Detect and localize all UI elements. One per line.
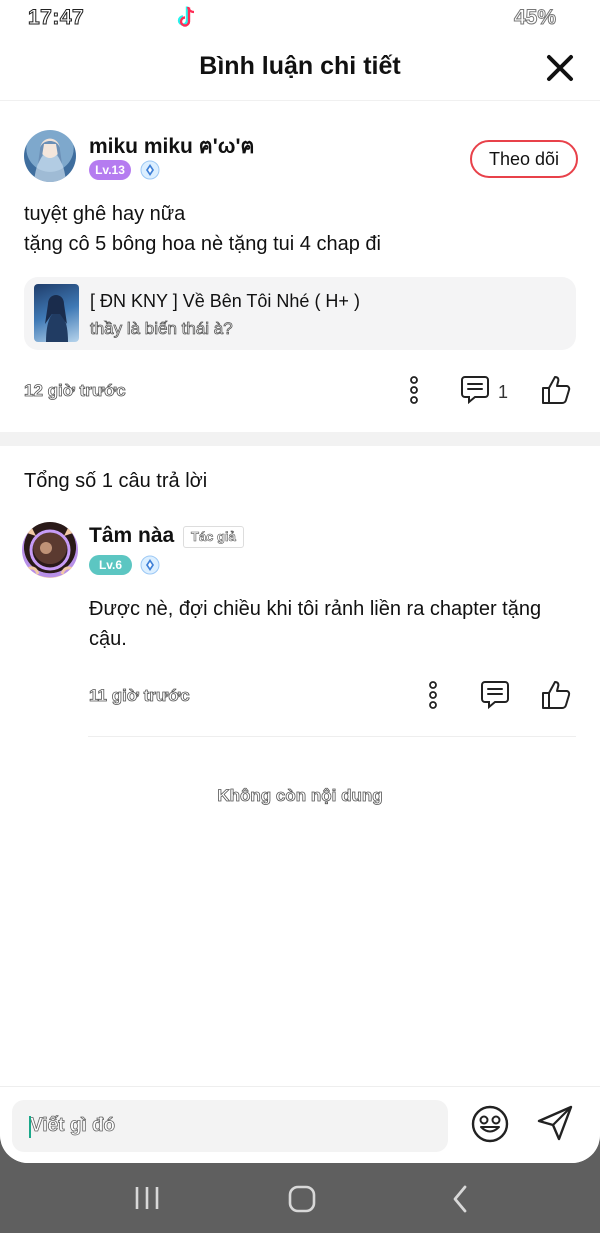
follow-button[interactable]: Theo dõi [470, 140, 578, 178]
end-of-content-label: Không còn nội dung [217, 786, 383, 806]
status-bar: 17:47 45% [0, 0, 600, 36]
comment-username[interactable]: miku miku ฅ'ω'ฅ [89, 130, 255, 163]
back-icon[interactable] [450, 1184, 470, 1214]
send-icon[interactable] [535, 1103, 575, 1143]
emoji-icon[interactable] [470, 1104, 510, 1144]
story-title: [ ĐN KNY ] Về Bên Tôi Nhé ( H+ ) [90, 291, 360, 311]
divider [88, 736, 576, 737]
text-caret [29, 1116, 31, 1138]
section-divider [0, 432, 600, 446]
more-options-icon[interactable] [427, 681, 439, 709]
reply-avatar[interactable] [22, 522, 78, 578]
like-icon[interactable] [540, 374, 572, 406]
story-subtitle: thầy là biến thái à? [90, 319, 234, 339]
avatar[interactable] [24, 130, 76, 182]
more-options-icon[interactable] [408, 376, 420, 404]
header: Bình luận chi tiết [0, 36, 600, 101]
comment-input[interactable] [12, 1100, 448, 1152]
comment-timestamp: 12 giờ trước [24, 381, 126, 401]
home-icon[interactable] [287, 1184, 317, 1214]
reply-text-line-1: Được nè, đợi chiều khi tôi rảnh liền ra … [89, 598, 542, 620]
level-badge: Lv.13 [89, 160, 131, 180]
comment-input-bar [0, 1086, 600, 1163]
author-tag: Tác giả [183, 526, 244, 548]
reply-icon[interactable] [480, 679, 510, 709]
battery-level: 45% [513, 6, 556, 30]
comment-text-line-2: tặng cô 5 bông hoa nè tặng tui 4 chap đi [24, 233, 381, 255]
quoted-story-card[interactable]: [ ĐN KNY ] Về Bên Tôi Nhé ( H+ ) thầy là… [24, 277, 576, 350]
recent-apps-icon[interactable] [132, 1185, 162, 1211]
system-navigation-bar [0, 1163, 600, 1233]
shield-icon [140, 160, 160, 180]
reply-text-line-2: cậu. [89, 628, 127, 650]
reply-icon[interactable] [460, 374, 490, 404]
page-title: Bình luận chi tiết [199, 52, 401, 80]
reply-username[interactable]: Tâm nàa [89, 524, 174, 548]
reply-count: 1 [498, 382, 509, 402]
reply-timestamp: 11 giờ trước [89, 686, 191, 706]
main-comment: miku miku ฅ'ω'ฅ Lv.13 Theo dõi tuyệt ghê… [0, 100, 600, 432]
shield-icon [140, 555, 160, 575]
comment-text-line-1: tuyệt ghê hay nữa [24, 203, 186, 225]
like-icon[interactable] [540, 679, 572, 711]
reply-level-badge: Lv.6 [89, 555, 132, 575]
story-cover-image [34, 284, 79, 342]
tiktok-icon [177, 6, 195, 27]
replies-total: Tổng số 1 câu trả lời [24, 470, 208, 492]
status-time: 17:47 [27, 6, 85, 30]
comment-detail-screen: 17:47 45% Bình luận chi tiết miku miku ฅ… [0, 0, 600, 1163]
close-icon[interactable] [544, 52, 576, 84]
